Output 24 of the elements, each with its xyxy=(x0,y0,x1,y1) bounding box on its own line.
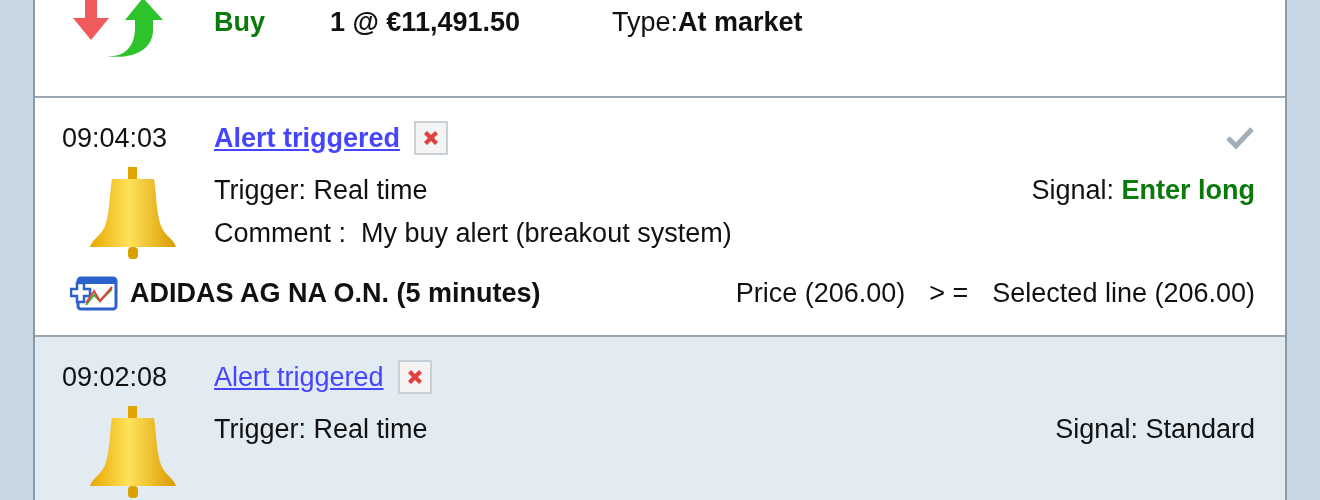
signal-label: Signal: xyxy=(1031,174,1115,205)
alert-link[interactable]: Alert triggered xyxy=(214,357,384,398)
chart-icon xyxy=(70,274,118,311)
signal-value: Standard xyxy=(1145,413,1255,444)
bell-icon xyxy=(88,166,178,261)
alert-time: 09:04:03 xyxy=(62,122,169,155)
trigger-text: Trigger: Real time xyxy=(214,412,428,446)
delete-button[interactable] xyxy=(414,121,449,156)
order-quantity-price: 1 @ €11,491.50 xyxy=(330,6,521,39)
comment-text: Comment : My buy alert (breakout system) xyxy=(214,216,733,250)
signal-label: Signal: xyxy=(1055,413,1139,444)
order-type: Type:At market xyxy=(612,6,803,39)
bell-icon xyxy=(88,405,178,500)
alert-entry[interactable]: 09:02:08 Alert triggered Trigger: Real time Signal: Standard xyxy=(35,337,1285,500)
alert-link[interactable]: Alert triggered xyxy=(214,118,401,159)
alert-time: 09:02:08 xyxy=(62,361,169,394)
signal-value: Enter long xyxy=(1121,174,1255,205)
delete-button[interactable] xyxy=(397,360,432,395)
condition-operator: > = xyxy=(929,276,969,310)
condition-right: Selected line (206.00) xyxy=(992,276,1255,310)
instrument-name: ADIDAS AG NA O.N. (5 minutes) xyxy=(130,276,541,310)
order-side: Buy xyxy=(214,6,266,39)
trigger-text: Trigger: Real time xyxy=(214,173,428,207)
condition-left: Price (206.00) xyxy=(735,276,906,310)
